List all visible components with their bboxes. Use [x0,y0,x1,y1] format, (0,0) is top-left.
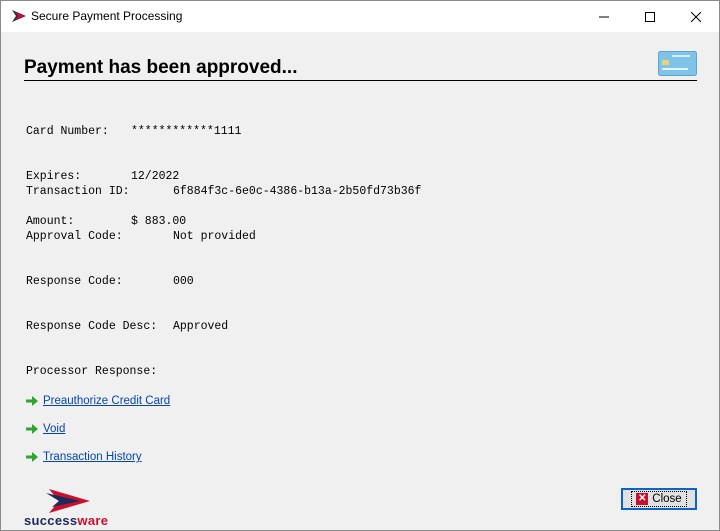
transaction-history-link-label[interactable]: Transaction History [43,451,142,463]
transaction-history-link[interactable]: Transaction History [25,449,142,465]
close-button[interactable]: ✕ Close [621,488,697,510]
detail-label: Response Code: [26,275,123,288]
maximize-button[interactable] [627,1,673,32]
transaction-details: Transaction ID: 6f884f3c-6e0c-4386-b13a-2… [26,154,421,409]
app-logo-icon [12,10,26,22]
green-arrow-icon [26,396,38,406]
transaction-id-value: 6f884f3c-6e0c-4386-b13a-2b50fd73b36f [173,185,422,198]
payment-window: Secure Payment Processing Payment has be… [0,0,720,531]
close-red-x-icon: ✕ [636,493,649,505]
credit-card-icon [658,51,697,76]
processor-response-row: Processor Response: [26,364,157,379]
brand-logo: successware [24,513,108,528]
close-button-label: Close [652,493,682,505]
close-icon [691,11,701,22]
approval-code-row: Approval Code: Not provided [26,229,256,244]
title-divider [24,80,697,81]
amount-value: $ 883.00 [131,215,187,228]
detail-label: Card Number: [26,125,109,138]
minimize-button[interactable] [581,1,627,32]
close-button-focus: ✕ Close [631,491,687,507]
card-number-row: Card Number: ************1111 [26,124,241,139]
logo-part-1: success [24,513,78,528]
card-number-value: ************1111 [131,125,242,138]
detail-label: Processor Response: [26,365,158,378]
response-desc-row: Response Code Desc: Approved [26,319,228,334]
void-link[interactable]: Void [25,421,65,437]
detail-label: Response Code Desc: [26,320,158,333]
logo-part-2: ware [77,513,109,528]
response-code-value: 000 [173,275,194,288]
transaction-id-row: Transaction ID: 6f884f3c-6e0c-4386-b13a-2… [26,184,421,199]
preauthorize-link[interactable]: Preauthorize Credit Card [25,393,170,409]
maximize-icon [645,11,655,22]
preauthorize-link-label[interactable]: Preauthorize Credit Card [43,395,170,407]
window-title: Secure Payment Processing [31,9,183,23]
green-arrow-icon [26,452,38,462]
expires-value: 12/2022 [131,170,180,183]
close-window-button[interactable] [673,1,719,32]
void-link-label[interactable]: Void [43,423,65,435]
response-code-row: Response Code: 000 [26,274,194,289]
green-arrow-icon [26,424,38,434]
title-bar[interactable]: Secure Payment Processing [1,1,719,32]
response-desc-value: Approved [173,320,229,333]
page-title: Payment has been approved... [24,57,298,78]
successware-logo-icon [46,489,90,513]
approval-code-value: Not provided [173,230,256,243]
detail-label: Transaction ID: [26,185,130,198]
minimize-icon [599,16,609,17]
detail-label: Approval Code: [26,230,123,243]
